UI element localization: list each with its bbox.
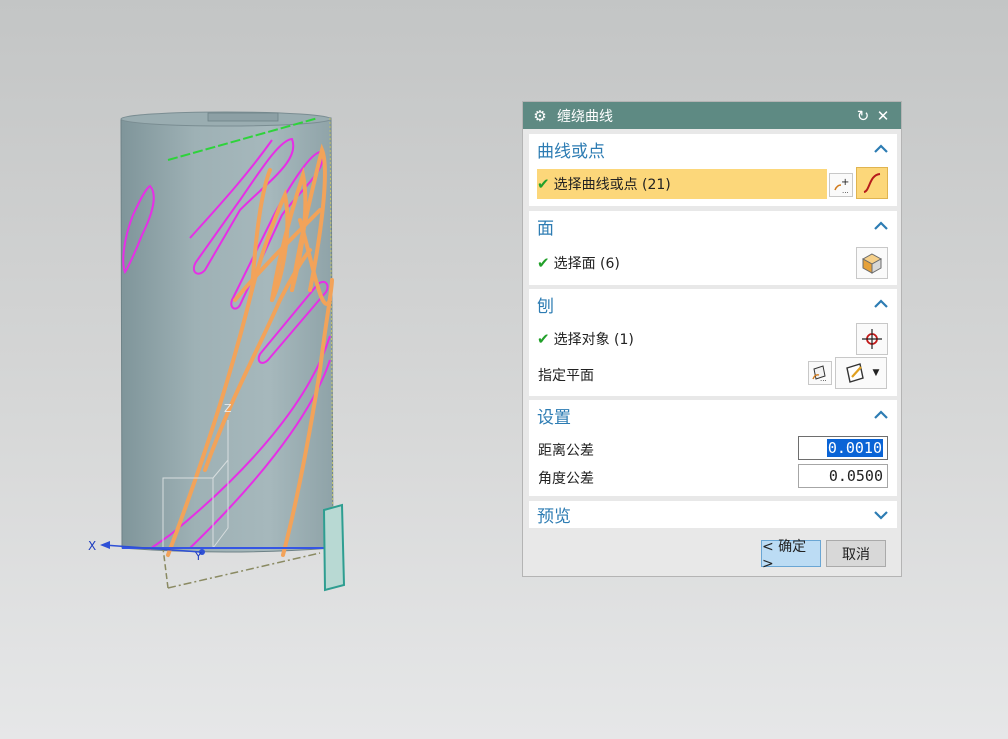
chevron-up-icon[interactable]: [873, 296, 889, 312]
section-title-preview: 预览: [537, 507, 571, 527]
dialog-title: 缠绕曲线: [557, 108, 613, 125]
select-face-label: 选择面 (6): [553, 256, 620, 272]
cancel-button[interactable]: 取消: [826, 540, 886, 567]
specify-plane-label: 指定平面: [538, 368, 594, 384]
check-icon: ✔: [537, 175, 550, 193]
crosshair-icon: [862, 329, 882, 349]
section-curve-or-point: 曲线或点 ✔ 选择曲线或点 (21) + ...: [529, 134, 897, 206]
chevron-up-icon[interactable]: [873, 141, 889, 157]
svg-text:...: ...: [820, 375, 827, 382]
section-face: 面 ✔ 选择面 (6): [529, 211, 897, 285]
select-face-row[interactable]: ✔ 选择面 (6): [529, 248, 897, 278]
section-header-plane[interactable]: 刨: [529, 289, 897, 319]
distance-tolerance-label: 距离公差: [538, 443, 594, 459]
curve-rule-icon: + ...: [834, 177, 849, 194]
plane-dialog-button[interactable]: ...: [808, 361, 832, 385]
section-header-preview[interactable]: 预览: [529, 501, 897, 528]
curve-rule-button[interactable]: + ...: [829, 173, 853, 197]
gear-icon[interactable]: ⚙: [531, 107, 549, 125]
chevron-up-icon[interactable]: [873, 218, 889, 234]
angle-tolerance-label: 角度公差: [538, 471, 594, 487]
section-title-curve: 曲线或点: [537, 141, 605, 162]
wrap-curve-dialog[interactable]: ⚙ 缠绕曲线 ↻ ✕ 曲线或点 ✔ 选择曲线或点 (21) + ... 面 ✔ …: [522, 101, 902, 577]
angle-tolerance-input[interactable]: 0.0500: [798, 464, 888, 488]
axis-y-label: Y: [194, 550, 202, 563]
check-icon: ✔: [537, 330, 550, 348]
spline-curve-icon: [863, 173, 881, 193]
select-curve-button[interactable]: [856, 167, 888, 199]
reset-icon[interactable]: ↻: [853, 107, 873, 125]
select-object-button[interactable]: [856, 323, 888, 355]
check-icon: ✔: [537, 254, 550, 272]
svg-text:...: ...: [842, 187, 849, 194]
close-icon[interactable]: ✕: [873, 107, 893, 125]
section-title-plane: 刨: [537, 296, 554, 317]
select-object-label: 选择对象 (1): [553, 332, 634, 348]
section-header-curve[interactable]: 曲线或点: [529, 134, 897, 164]
chevron-down-icon[interactable]: [873, 507, 889, 523]
distance-tolerance-input[interactable]: 0.0010: [798, 436, 888, 460]
section-title-settings: 设置: [537, 407, 571, 428]
chevron-down-icon[interactable]: ▼: [873, 368, 880, 378]
select-curve-label: 选择曲线或点 (21): [553, 177, 671, 193]
section-preview: 预览: [529, 501, 897, 528]
section-header-face[interactable]: 面: [529, 211, 897, 241]
select-face-button[interactable]: [856, 247, 888, 279]
teal-plane[interactable]: [322, 503, 346, 592]
section-title-face: 面: [537, 218, 554, 239]
section-header-settings[interactable]: 设置: [529, 400, 897, 430]
axis-z-label: Z: [224, 402, 232, 415]
axis-x-label: X: [88, 539, 96, 553]
distance-tolerance-value: 0.0010: [826, 439, 883, 457]
select-object-row[interactable]: ✔ 选择对象 (1): [529, 324, 897, 354]
solid-face-icon: [861, 253, 883, 274]
datum-plane-icon: [845, 363, 864, 383]
dialog-titlebar[interactable]: ⚙ 缠绕曲线 ↻ ✕: [523, 102, 901, 129]
ok-button[interactable]: < 确定 >: [761, 539, 821, 572]
chevron-up-icon[interactable]: [873, 407, 889, 423]
plane-type-dropdown[interactable]: ▼: [835, 357, 887, 389]
section-plane: 刨 ✔ 选择对象 (1) 指定平面 ... ▼: [529, 289, 897, 396]
plane-dialog-icon: ...: [812, 365, 827, 382]
section-settings: 设置 距离公差 0.0010 角度公差 0.0500: [529, 400, 897, 496]
